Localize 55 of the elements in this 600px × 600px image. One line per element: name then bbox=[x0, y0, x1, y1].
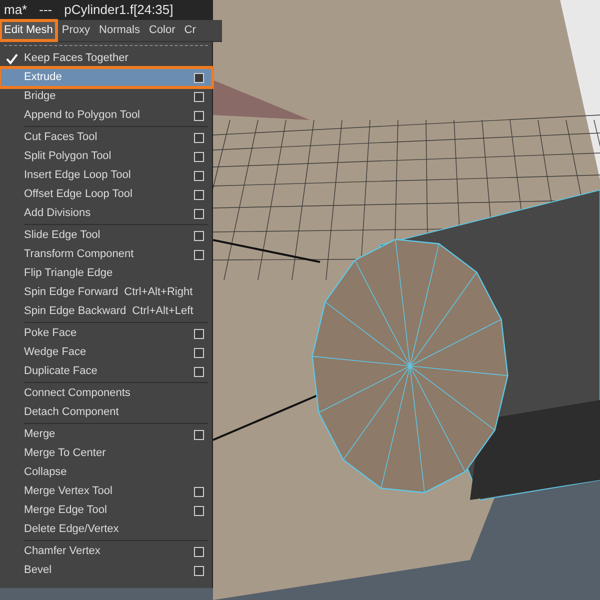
menu-item[interactable]: Collapse bbox=[0, 463, 212, 482]
option-box-icon[interactable] bbox=[194, 92, 204, 102]
menu-item[interactable]: Add Divisions bbox=[0, 204, 212, 223]
menu-item[interactable]: Chamfer Vertex bbox=[0, 542, 212, 561]
menu-item[interactable]: Append to Polygon Tool bbox=[0, 106, 212, 125]
menu-item[interactable]: Merge Vertex Tool bbox=[0, 482, 212, 501]
menu-item[interactable]: Delete Edge/Vertex bbox=[0, 520, 212, 539]
option-box-icon[interactable] bbox=[194, 566, 204, 576]
option-box-icon[interactable] bbox=[194, 230, 204, 240]
menu-item[interactable]: Offset Edge Loop Tool bbox=[0, 185, 212, 204]
option-box-icon[interactable] bbox=[194, 486, 204, 496]
menu-item[interactable]: Connect Components bbox=[0, 384, 212, 403]
menu-bar-item[interactable]: Cr bbox=[180, 20, 200, 41]
menu-item[interactable]: Insert Edge Loop Tool bbox=[0, 166, 212, 185]
option-box-icon[interactable] bbox=[194, 506, 204, 516]
title-text: --- bbox=[39, 1, 52, 20]
menu-item[interactable]: Duplicate Face bbox=[0, 362, 212, 381]
menu-item[interactable]: Detach Component bbox=[0, 403, 212, 422]
menu-item[interactable]: Split Polygon Tool bbox=[0, 147, 212, 166]
option-box-icon[interactable] bbox=[194, 132, 204, 142]
menu-bar-item[interactable]: Normals bbox=[95, 20, 144, 41]
menu-item[interactable]: Cut Faces Tool bbox=[0, 128, 212, 147]
menu-bar-item[interactable]: Proxy bbox=[58, 20, 94, 41]
option-box-icon[interactable] bbox=[194, 190, 204, 200]
option-box-icon[interactable] bbox=[194, 348, 204, 358]
option-box-icon[interactable] bbox=[194, 208, 204, 218]
shortcut-label: Ctrl+Alt+Left bbox=[132, 304, 194, 320]
menu-item[interactable]: Wedge Face bbox=[0, 343, 212, 362]
menu-bar-item[interactable]: Color bbox=[145, 20, 180, 41]
option-box-icon[interactable] bbox=[194, 546, 204, 556]
menu-item[interactable]: Transform Component bbox=[0, 245, 212, 264]
title-text: pCylinder1.f[24:35] bbox=[64, 1, 174, 20]
option-box-icon[interactable] bbox=[194, 152, 204, 162]
menu-item[interactable]: Keep Faces Together bbox=[24, 50, 128, 67]
menu-bar-item[interactable]: Edit Mesh bbox=[0, 20, 57, 41]
menu-item[interactable]: Flip Triangle Edge bbox=[0, 264, 212, 283]
checkmark-icon bbox=[6, 52, 18, 64]
option-box-icon[interactable] bbox=[194, 72, 204, 82]
menu-item[interactable]: Merge bbox=[0, 425, 212, 444]
title-text: ma* bbox=[4, 1, 28, 20]
menu-item[interactable]: Spin Edge Backward Ctrl+Alt+Left bbox=[0, 302, 212, 321]
option-box-icon[interactable] bbox=[194, 328, 204, 338]
menu-item[interactable]: Poke Face bbox=[0, 324, 212, 343]
menu-item[interactable]: Slide Edge Tool bbox=[0, 226, 212, 245]
option-box-icon[interactable] bbox=[194, 110, 204, 120]
menu-item[interactable]: Merge Edge Tool bbox=[0, 501, 212, 520]
menu-item[interactable]: Spin Edge Forward Ctrl+Alt+Right bbox=[0, 283, 212, 302]
option-box-icon[interactable] bbox=[194, 250, 204, 260]
menu-item[interactable]: Bridge bbox=[0, 87, 212, 106]
option-box-icon[interactable] bbox=[194, 366, 204, 376]
option-box-icon[interactable] bbox=[194, 170, 204, 180]
shortcut-label: Ctrl+Alt+Right bbox=[124, 285, 193, 300]
option-box-icon[interactable] bbox=[194, 430, 204, 440]
menu-item[interactable]: Bevel bbox=[0, 561, 212, 580]
menu-item[interactable]: Merge To Center bbox=[0, 444, 212, 463]
